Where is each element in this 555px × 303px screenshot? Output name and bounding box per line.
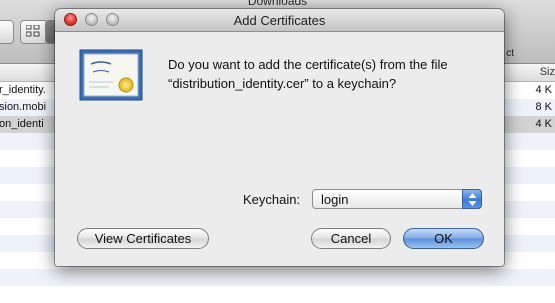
dialog-titlebar[interactable]: Add Certificates bbox=[55, 9, 504, 32]
popup-arrows[interactable] bbox=[462, 189, 482, 209]
up-down-arrows-icon bbox=[468, 193, 477, 206]
ok-button[interactable]: OK bbox=[403, 228, 484, 249]
dialog-message: Do you want to add the certificate(s) fr… bbox=[168, 55, 488, 93]
empty-row bbox=[0, 269, 555, 286]
file-size: 4 K bbox=[535, 118, 552, 130]
size-column-header[interactable]: Siz bbox=[540, 66, 555, 78]
dialog-title: Add Certificates bbox=[233, 13, 326, 28]
keychain-popup[interactable]: login bbox=[312, 189, 482, 209]
file-name: sion.mobi bbox=[0, 101, 47, 113]
empty-row bbox=[0, 286, 555, 303]
icon-view-button[interactable] bbox=[20, 20, 48, 44]
certificate-icon bbox=[79, 49, 143, 101]
file-size: 4 K bbox=[535, 84, 552, 96]
keychain-value: login bbox=[321, 192, 349, 207]
add-certificates-dialog: Add Certificates Do you want to add the … bbox=[55, 9, 504, 266]
message-line-2: “distribution_identity.cer” to a keychai… bbox=[168, 76, 397, 91]
file-size: 8 K bbox=[535, 101, 552, 113]
cancel-button[interactable]: Cancel bbox=[311, 228, 391, 249]
grid-icon bbox=[26, 25, 40, 37]
finder-window-title: Downloads bbox=[247, 0, 308, 8]
keychain-label: Keychain: bbox=[243, 192, 301, 207]
toolbar-label: ct bbox=[506, 48, 514, 59]
file-name: r_identity. bbox=[0, 84, 46, 96]
finder-back-button[interactable] bbox=[0, 20, 14, 44]
view-certificates-button[interactable]: View Certificates bbox=[77, 228, 209, 249]
message-line-1: Do you want to add the certificate(s) fr… bbox=[168, 57, 448, 72]
file-name: on_identi bbox=[0, 118, 44, 130]
